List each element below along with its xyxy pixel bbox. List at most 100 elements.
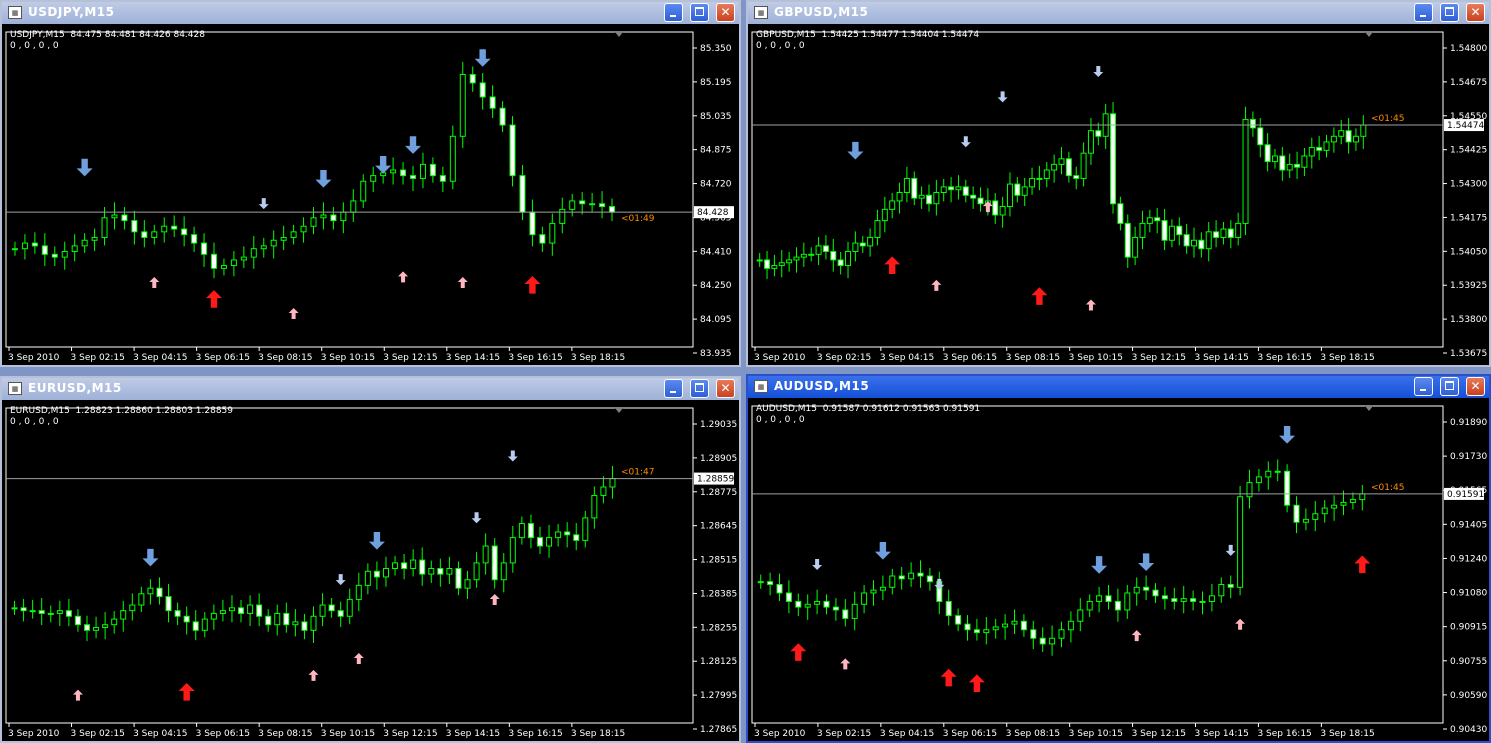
candle-body	[1340, 501, 1347, 506]
candle-body	[1114, 600, 1121, 611]
chart-window-gbpusd[interactable]: ▦ GBPUSD,M15 1.548001.546751.545501.5442…	[746, 0, 1491, 367]
candle-body	[1227, 583, 1234, 588]
title-bar[interactable]: ▦ USDJPY,M15	[2, 2, 739, 24]
candle-body	[822, 245, 829, 253]
buy-arrow-icon	[178, 682, 195, 701]
title-bar[interactable]: ▦ AUDUSD,M15	[748, 376, 1489, 398]
candle-body	[65, 610, 72, 617]
candle-body	[1246, 482, 1253, 498]
candle-body	[509, 124, 516, 177]
time-label: 3 Sep 10:15	[321, 353, 375, 363]
candle-body	[210, 612, 217, 620]
maximize-button[interactable]	[689, 379, 709, 398]
title-bar[interactable]: ▦ GBPUSD,M15	[748, 2, 1489, 24]
candle-body	[1293, 504, 1300, 523]
time-label: 3 Sep 06:15	[943, 353, 997, 363]
close-button[interactable]	[716, 3, 735, 22]
candle-body	[280, 236, 287, 241]
price-label: 1.27995	[700, 691, 737, 701]
candle-body	[756, 259, 763, 262]
candle-body	[161, 225, 168, 233]
candle-body	[51, 253, 58, 258]
maximize-button[interactable]	[689, 3, 709, 22]
chart-shift-marker	[1365, 32, 1373, 37]
minimize-button[interactable]	[663, 379, 683, 398]
candle-body	[1237, 496, 1244, 588]
candle-body	[999, 206, 1006, 216]
candle-body	[1051, 163, 1058, 171]
candle-body	[926, 575, 933, 583]
chart-window-usdjpy[interactable]: ▦ USDJPY,M15 85.350 85.195 85.035 84.875 84.…	[0, 0, 741, 367]
candle-body	[129, 604, 136, 612]
buy-arrow-icon	[840, 658, 851, 670]
maximize-button[interactable]	[1439, 377, 1459, 396]
time-label: 3 Sep 04:15	[133, 729, 187, 739]
maximize-button[interactable]	[1439, 3, 1459, 22]
candle-body	[1255, 476, 1262, 484]
minimize-button[interactable]	[663, 3, 683, 22]
candle-body	[1191, 239, 1198, 247]
price-label: 85.350	[700, 44, 732, 54]
candle-body	[1286, 163, 1293, 171]
chart-area[interactable]: 1.29035 1.28905 1.28775 1.28645 1.28515 1.283…	[2, 400, 739, 741]
title-bar[interactable]: ▦ EURUSD,M15	[2, 378, 739, 400]
sell-arrow-icon	[874, 542, 891, 560]
close-button[interactable]	[1466, 3, 1485, 22]
candle-body	[549, 222, 556, 244]
minimize-button[interactable]	[1413, 3, 1433, 22]
candle-body	[1020, 620, 1027, 631]
candle-body	[230, 259, 237, 267]
window-title: GBPUSD,M15	[774, 5, 869, 19]
candle-body	[1213, 231, 1220, 238]
candle-body	[529, 211, 536, 236]
time-label: 3 Sep 2010	[754, 729, 806, 739]
candle-body	[1279, 155, 1286, 171]
time-label: 3 Sep 04:15	[880, 353, 934, 363]
candle-body	[328, 604, 335, 612]
candle-body	[319, 604, 326, 617]
buy-arrow-icon	[1031, 287, 1048, 305]
candle-body	[898, 575, 905, 580]
candle-body	[842, 609, 849, 619]
sell-arrow-icon	[934, 578, 945, 590]
candle-body	[776, 583, 783, 594]
window-title: EURUSD,M15	[28, 381, 122, 395]
chart-area[interactable]: 1.54800 1.54675 1.54550 1.54425 1.54300 1.541…	[748, 24, 1489, 365]
candle-body	[1039, 637, 1046, 645]
candle-body	[219, 610, 226, 614]
price-label: 1.54300	[1450, 180, 1487, 190]
candle-body	[1284, 470, 1291, 506]
chart-window-eurusd[interactable]: ▦ EURUSD,M15 1.29035 1.28905 1.28775 1.2864…	[0, 376, 741, 743]
candle-body	[527, 523, 534, 539]
chart-area[interactable]: 85.350 85.195 85.035 84.875 84.720 84.565 84.4…	[2, 24, 739, 365]
minimize-button[interactable]	[1413, 377, 1433, 396]
time-label: 3 Sep 18:15	[1320, 729, 1374, 739]
close-button[interactable]	[1466, 377, 1485, 396]
indicator-values: 0 , 0 , 0 , 0	[756, 41, 805, 51]
buy-arrow-icon	[790, 643, 807, 661]
chart-area[interactable]: 0.918900.917300.915650.914050.912400.910…	[748, 398, 1489, 741]
time-label: 3 Sep 18:15	[1320, 353, 1374, 363]
candle-body	[917, 572, 924, 577]
candle-body	[320, 214, 327, 219]
candle-body	[469, 73, 476, 84]
symbol-quote: GBPUSD,M15 1.54425 1.54477 1.54404 1.544…	[756, 30, 980, 40]
chart-window-audusd[interactable]: ▦ AUDUSD,M15 0.918900.917300.915650.9140…	[746, 374, 1491, 743]
candle-body	[546, 537, 553, 547]
candle-body	[1294, 163, 1301, 168]
bar-timer: <01:47	[621, 468, 654, 478]
sell-arrow-icon	[375, 155, 392, 174]
candle-body	[559, 208, 566, 224]
sell-arrow-icon	[960, 136, 971, 148]
candle-body	[183, 615, 190, 623]
candle-body	[220, 265, 227, 269]
candle-body	[429, 163, 436, 177]
candle-body	[1274, 470, 1281, 473]
close-button[interactable]	[716, 379, 735, 398]
candle-body	[71, 245, 78, 253]
candle-body	[147, 587, 154, 595]
candle-body	[925, 194, 932, 205]
candle-body	[889, 200, 896, 210]
symbol-header: GBPUSD,M15 1.54425 1.54477 1.54404 1.544…	[756, 30, 979, 52]
candle-body	[1338, 130, 1345, 137]
